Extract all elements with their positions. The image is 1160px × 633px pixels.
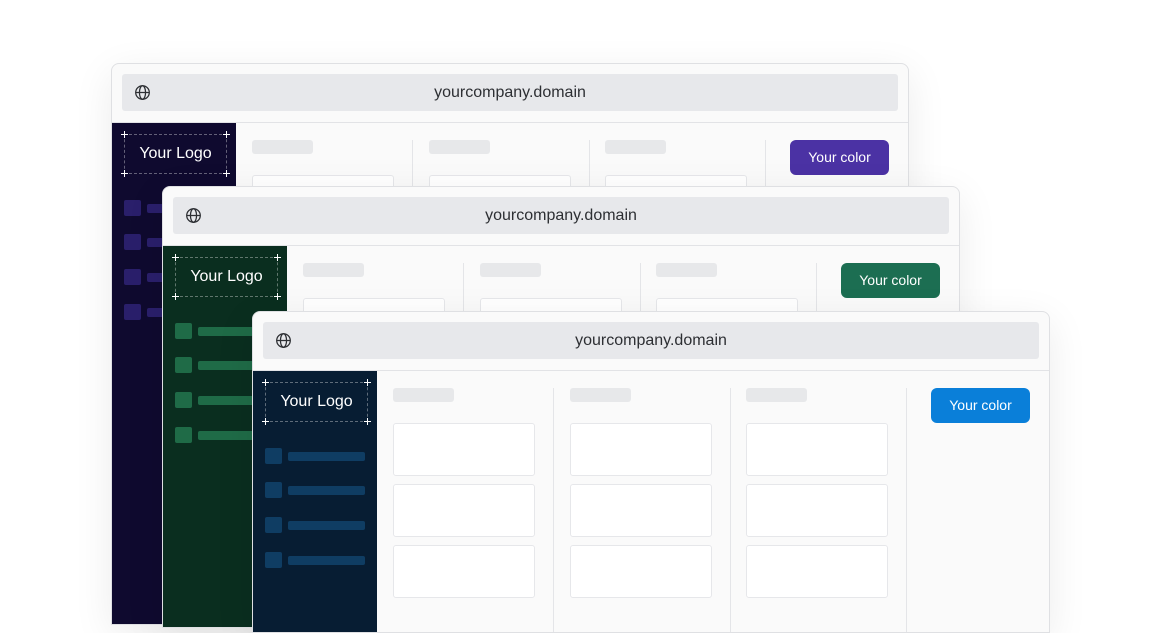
logo-placeholder: Your Logo [121, 131, 230, 177]
crosshair-icon [121, 131, 128, 138]
your-color-button[interactable]: Your color [790, 140, 889, 175]
nav-icon-placeholder [124, 200, 141, 216]
nav-icon-placeholder [124, 234, 141, 250]
column-divider [906, 388, 907, 632]
column-title-placeholder [746, 388, 807, 402]
card-placeholder[interactable] [746, 545, 888, 598]
nav-icon-placeholder [265, 448, 282, 464]
column-title-placeholder [656, 263, 717, 277]
crosshair-icon [223, 170, 230, 177]
crosshair-icon [262, 418, 269, 425]
card-placeholder[interactable] [393, 545, 535, 598]
crosshair-icon [364, 418, 371, 425]
column [554, 371, 731, 632]
url-text: yourcompany.domain [434, 84, 586, 101]
logo-text: Your Logo [280, 393, 353, 410]
nav-label-placeholder [288, 452, 365, 461]
card-placeholder[interactable] [570, 484, 712, 537]
crosshair-icon [121, 170, 128, 177]
nav-label-placeholder [288, 556, 365, 565]
card-placeholder[interactable] [746, 423, 888, 476]
address-bar[interactable]: yourcompany.domain [173, 197, 949, 234]
card-placeholder[interactable] [393, 484, 535, 537]
card-placeholder[interactable] [746, 484, 888, 537]
crosshair-icon [274, 293, 281, 300]
address-bar[interactable]: yourcompany.domain [122, 74, 898, 111]
column [377, 371, 554, 632]
column-title-placeholder [480, 263, 541, 277]
card-placeholder[interactable] [570, 545, 712, 598]
nav-icon-placeholder [265, 552, 282, 568]
nav-icon-placeholder [265, 517, 282, 533]
crosshair-icon [223, 131, 230, 138]
url-text: yourcompany.domain [575, 332, 727, 349]
crosshair-icon [172, 293, 179, 300]
nav-icon-placeholder [175, 392, 192, 408]
nav-icon-placeholder [265, 482, 282, 498]
nav-label-placeholder [288, 486, 365, 495]
logo-placeholder: Your Logo [262, 379, 371, 425]
address-bar[interactable]: yourcompany.domain [263, 322, 1039, 359]
your-color-button[interactable]: Your color [841, 263, 940, 298]
crosshair-icon [274, 254, 281, 261]
url-text: yourcompany.domain [485, 207, 637, 224]
column-title-placeholder [570, 388, 631, 402]
crosshair-icon [172, 254, 179, 261]
column-title-placeholder [605, 140, 666, 154]
browser-window-blue: yourcompany.domain Your Logo Your color [252, 311, 1050, 633]
nav-icon-placeholder [175, 427, 192, 443]
card-placeholder[interactable] [393, 423, 535, 476]
column-title-placeholder [303, 263, 364, 277]
column-title-placeholder [429, 140, 490, 154]
column-title-placeholder [252, 140, 313, 154]
card-placeholder[interactable] [570, 423, 712, 476]
nav-icon-placeholder [124, 269, 141, 285]
column [730, 371, 907, 632]
logo-text: Your Logo [139, 145, 212, 162]
logo-placeholder: Your Logo [172, 254, 281, 300]
your-color-button[interactable]: Your color [931, 388, 1030, 423]
nav-icon-placeholder [124, 304, 141, 320]
nav-icon-placeholder [175, 357, 192, 373]
nav-label-placeholder [288, 521, 365, 530]
crosshair-icon [262, 379, 269, 386]
logo-text: Your Logo [190, 268, 263, 285]
sidebar: Your Logo [253, 371, 377, 632]
nav-icon-placeholder [175, 323, 192, 339]
content-area: Your color [377, 371, 1049, 632]
crosshair-icon [364, 379, 371, 386]
column-title-placeholder [393, 388, 454, 402]
